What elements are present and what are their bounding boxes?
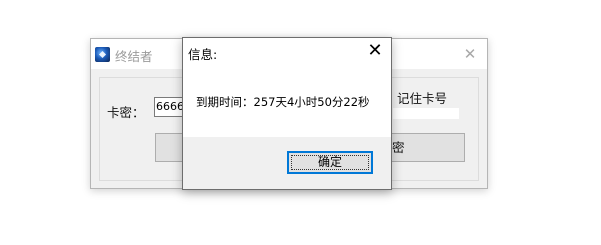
card-key-label: 卡密： — [107, 105, 145, 120]
remember-card-field[interactable] — [393, 108, 459, 119]
unbind-button[interactable]: 密 — [391, 133, 465, 162]
info-dialog: 信息: ✕ 到期时间：257天4小时50分22秒 确定 — [182, 37, 392, 190]
expiry-message: 到期时间：257天4小时50分22秒 — [196, 95, 370, 109]
main-window-title: 终结者 — [115, 49, 153, 64]
app-icon — [95, 47, 110, 62]
remember-card-label[interactable]: 记住卡号 — [397, 88, 447, 107]
desktop: 终结者 ✕ 卡密： 66666 记住卡号 密 信息: ✕ 到期时间：257天4小… — [0, 0, 601, 245]
main-window-close-icon[interactable]: ✕ — [461, 45, 479, 63]
login-button[interactable] — [155, 133, 185, 162]
dialog-title: 信息: — [188, 47, 218, 62]
ok-button[interactable]: 确定 — [287, 151, 373, 174]
dialog-close-icon[interactable]: ✕ — [365, 41, 385, 61]
